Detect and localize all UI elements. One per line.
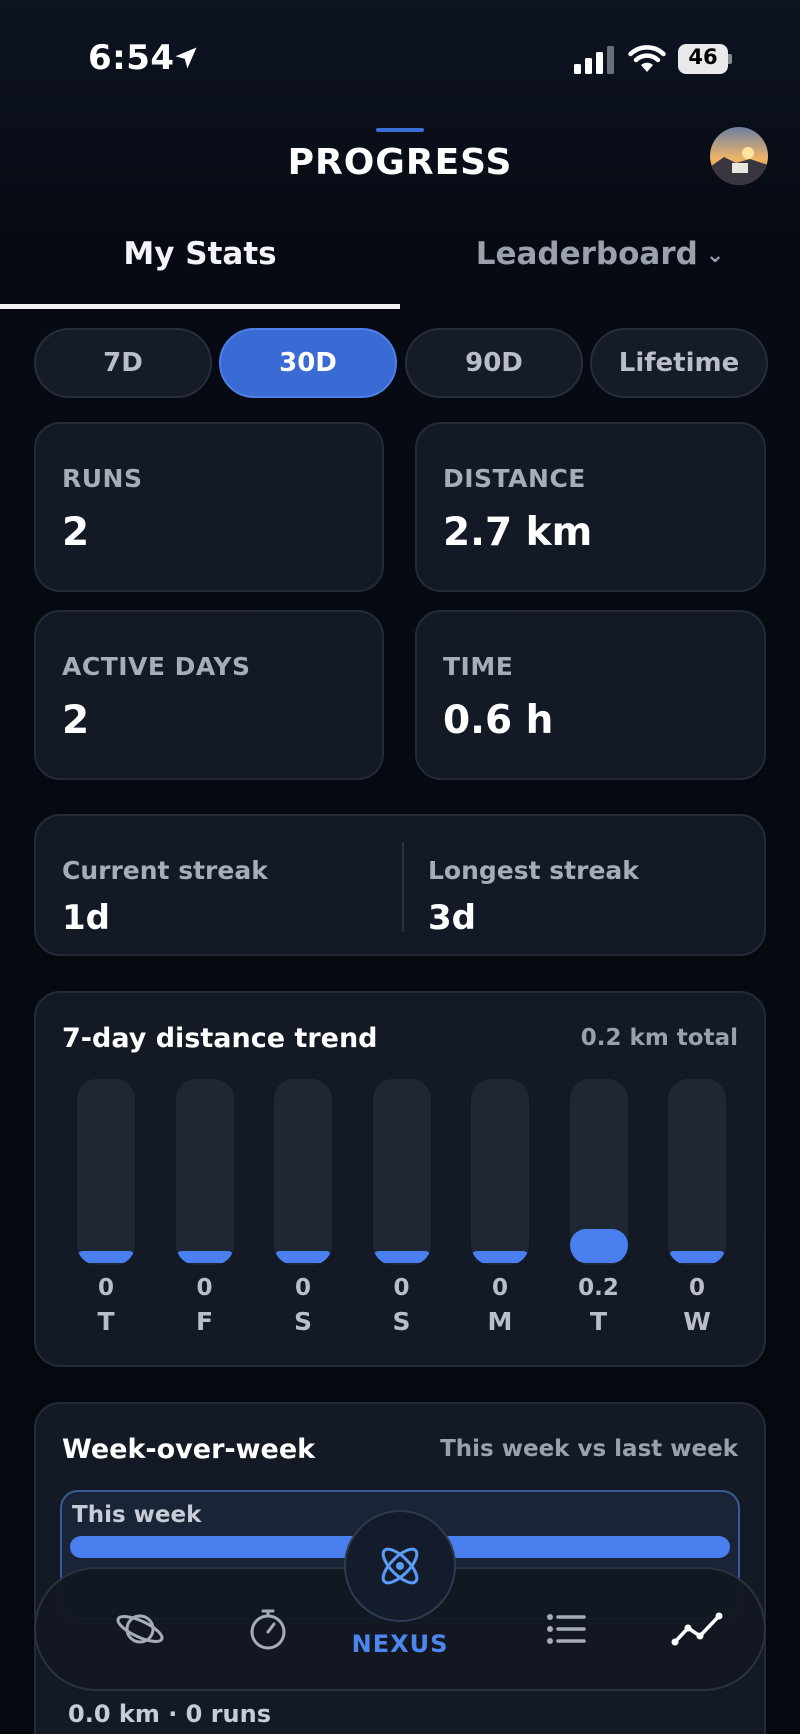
trend-bar-track	[372, 1079, 431, 1265]
stat-value: 2.7 km	[443, 510, 593, 555]
list-icon	[547, 1614, 586, 1644]
nexus-atom-icon	[381, 1547, 419, 1585]
trend-day-label: W	[683, 1307, 711, 1336]
trend-bar-value: 0.2	[578, 1275, 619, 1301]
wow-subtitle: This week vs last week	[440, 1436, 738, 1462]
trend-bar-track	[274, 1079, 332, 1265]
stat-card-runs: RUNS 2	[34, 422, 384, 592]
streak-divider	[402, 842, 404, 932]
trend-bar-track	[77, 1079, 135, 1265]
stat-label: DISTANCE	[443, 464, 586, 493]
battery-nub	[728, 54, 732, 64]
trend-bar-value: 0	[294, 1275, 311, 1301]
stat-value: 2	[62, 510, 90, 555]
current-streak-value: 1d	[62, 898, 110, 938]
trend-line-icon	[671, 1612, 723, 1646]
stat-label: RUNS	[62, 464, 143, 493]
range-chip-90d[interactable]: 90D	[405, 328, 583, 398]
this-week-label: This week	[72, 1502, 202, 1528]
avatar[interactable]	[710, 127, 768, 185]
trend-bar	[569, 1229, 628, 1263]
range-chip-lifetime[interactable]: Lifetime	[590, 328, 768, 398]
trend-bar-value: 0	[196, 1275, 213, 1301]
trend-bar-track	[668, 1079, 726, 1265]
active-tab-indicator	[0, 304, 400, 309]
chevron-down-icon: ⌄	[705, 243, 725, 268]
tab-leaderboard-label: Leaderboard	[475, 236, 698, 272]
trend-bar	[471, 1251, 529, 1263]
nav-planet[interactable]	[110, 1599, 170, 1659]
trend-day-label: M	[487, 1307, 513, 1336]
wifi-icon	[628, 45, 666, 72]
avatar-photo-icon	[710, 127, 768, 185]
tab-my-stats[interactable]: My Stats	[0, 236, 400, 272]
trend-bar	[668, 1251, 726, 1263]
trend-day-label: S	[293, 1307, 312, 1336]
trend-bar-track	[569, 1079, 628, 1265]
trend-bar-value: 0	[393, 1275, 410, 1301]
trend-day-label: F	[195, 1307, 214, 1336]
trend-bar	[175, 1251, 234, 1263]
trend-bar-value: 0	[688, 1275, 705, 1301]
page-title: PROGRESS	[287, 142, 513, 183]
longest-streak-value: 3d	[428, 898, 476, 938]
stat-value: 0.6 h	[443, 698, 554, 743]
stat-label: ACTIVE DAYS	[62, 652, 251, 681]
stopwatch-icon	[250, 1609, 286, 1650]
status-time: 6:54	[88, 38, 175, 78]
stat-label: TIME	[443, 652, 514, 681]
battery-icon: 46	[678, 44, 732, 74]
nav-list[interactable]	[536, 1599, 596, 1659]
stat-card-distance: DISTANCE 2.7 km	[415, 422, 766, 592]
trend-bar	[77, 1251, 135, 1263]
trend-bar-track	[471, 1079, 529, 1265]
progress-screen: 6:54 46 PROGRESS My Stats Leaderboard ⌄ …	[0, 0, 800, 1734]
nav-nexus-label: NEXUS	[351, 1630, 449, 1658]
trend-day-label: T	[589, 1307, 608, 1336]
nav-nexus-button[interactable]	[344, 1510, 456, 1622]
cellular-signal-icon	[574, 46, 614, 74]
location-arrow-icon	[175, 47, 197, 69]
nav-stopwatch[interactable]	[238, 1599, 298, 1659]
range-chip-30d[interactable]: 30D	[219, 328, 397, 398]
trend-day-label: T	[97, 1307, 115, 1336]
trend-bar	[372, 1251, 431, 1263]
trend-day-label: S	[392, 1307, 411, 1336]
streak-card: Current streak 1d Longest streak 3d	[34, 814, 766, 956]
trend-title: 7-day distance trend	[62, 1023, 378, 1054]
nav-progress[interactable]	[668, 1599, 728, 1659]
current-streak-label: Current streak	[62, 856, 268, 885]
stat-value: 2	[62, 698, 90, 743]
planet-icon	[116, 1614, 164, 1644]
longest-streak-label: Longest streak	[428, 856, 639, 885]
stat-card-time: TIME 0.6 h	[415, 610, 766, 780]
distance-trend-card: 7-day distance trend 0.2 km total 0 T 0 F 0 S…	[34, 991, 766, 1367]
tab-leaderboard[interactable]: Leaderboard ⌄	[440, 236, 760, 272]
trend-bar-value: 0	[491, 1275, 508, 1301]
trend-total: 0.2 km total	[580, 1025, 738, 1051]
range-chip-7d[interactable]: 7D	[34, 328, 212, 398]
title-accent	[376, 128, 424, 132]
trend-bar-value: 0	[97, 1275, 114, 1301]
stat-card-active-days: ACTIVE DAYS 2	[34, 610, 384, 780]
trend-bar	[274, 1251, 332, 1263]
wow-title: Week-over-week	[62, 1434, 316, 1465]
wow-summary: 0.0 km · 0 runs	[68, 1700, 272, 1728]
battery-level: 46	[688, 45, 718, 69]
trend-bar-track	[175, 1079, 234, 1265]
